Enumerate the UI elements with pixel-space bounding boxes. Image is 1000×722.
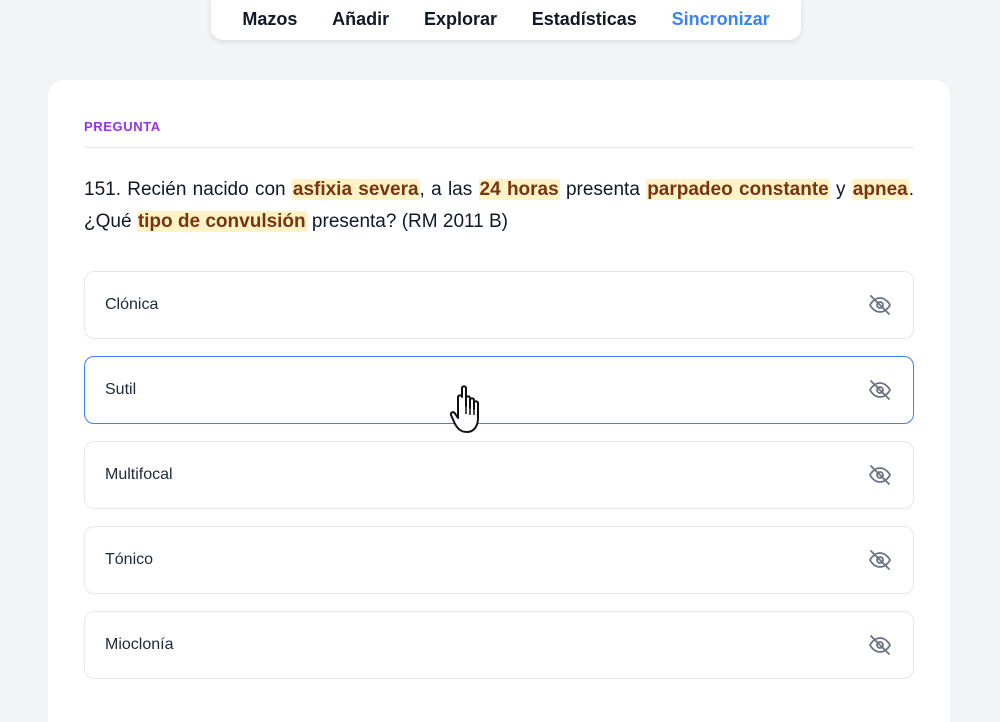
answer-option-label: Multifocal (105, 466, 173, 483)
answer-option[interactable]: Multifocal (84, 441, 914, 509)
eye-off-icon[interactable] (867, 547, 893, 573)
nav-item-sincronizar[interactable]: Sincronizar (672, 9, 770, 30)
nav-item-explorar[interactable]: Explorar (424, 9, 497, 30)
question-highlight: tipo de convulsión (136, 211, 307, 232)
question-part: , a las (419, 179, 479, 200)
question-part: presenta? (RM 2011 B) (306, 211, 509, 232)
nav-item-estadisticas[interactable]: Estadísticas (532, 9, 637, 30)
answer-option-label: Mioclonía (105, 636, 174, 653)
eye-off-icon[interactable] (867, 632, 893, 658)
answer-option-label: Sutil (105, 381, 137, 398)
section-label: PREGUNTA (84, 119, 161, 134)
question-highlight: 24 horas (478, 179, 560, 200)
answer-option[interactable]: Tónico (84, 526, 914, 594)
eye-off-icon[interactable] (867, 377, 893, 403)
question-part: presenta (559, 179, 647, 200)
answer-option-label: Clónica (105, 296, 159, 313)
answer-option-label: Tónico (105, 551, 154, 568)
question-highlight: parpadeo constante (646, 179, 830, 200)
answer-option[interactable]: Clónica (84, 271, 914, 339)
question-highlight: apnea (851, 179, 909, 200)
question-part: 151. Recién nacido con (84, 179, 292, 200)
top-navigation: Mazos Añadir Explorar Estadísticas Sincr… (211, 0, 801, 40)
question-card: PREGUNTA 151. Recién nacido con asfixia … (48, 80, 950, 722)
question-text: 151. Recién nacido con asfixia severa, a… (84, 174, 914, 238)
divider (84, 147, 914, 148)
eye-off-icon[interactable] (867, 292, 893, 318)
question-highlight: asfixia severa (291, 179, 420, 200)
answer-option[interactable]: Mioclonía (84, 611, 914, 679)
eye-off-icon[interactable] (867, 462, 893, 488)
answer-option[interactable]: Sutil (84, 356, 914, 424)
nav-item-mazos[interactable]: Mazos (242, 9, 297, 30)
nav-item-anadir[interactable]: Añadir (332, 9, 389, 30)
question-part: y (829, 179, 852, 200)
